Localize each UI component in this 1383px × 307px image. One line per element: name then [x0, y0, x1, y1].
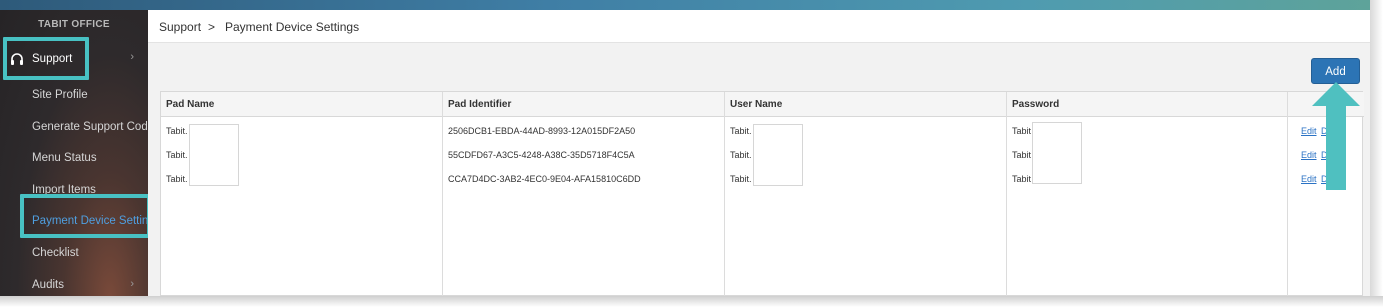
brand-title: TABIT OFFICE	[38, 19, 110, 30]
highlight-box-support	[3, 37, 89, 80]
sidebar-item-site-profile[interactable]: Site Profile	[0, 80, 148, 110]
window-shadow	[1370, 0, 1383, 307]
breadcrumb-root[interactable]: Support	[159, 20, 201, 34]
highlight-box-payment-device-settings	[20, 194, 148, 238]
column-divider	[442, 92, 443, 297]
cell-pad-identifier: 55CDFD67-A3C5-4248-A38C-35D5718F4C5A	[448, 150, 635, 160]
cell-pad-name: Tabit.	[166, 150, 188, 160]
column-header-pad-identifier: Pad Identifier	[443, 92, 725, 117]
redaction-box	[753, 124, 803, 186]
redaction-box	[189, 124, 239, 186]
window-shadow	[0, 296, 1383, 307]
cell-password: Tabit	[1012, 174, 1032, 184]
column-header-user-name: User Name	[725, 92, 1007, 117]
sidebar-item-label: Site Profile	[32, 89, 88, 101]
sidebar-item-label: Generate Support Code	[32, 121, 148, 133]
column-header-pad-name: Pad Name	[161, 92, 443, 117]
cell-user-name: Tabit.	[730, 174, 752, 184]
column-header-password: Password	[1007, 92, 1288, 117]
breadcrumb-separator: >	[208, 20, 216, 34]
redaction-box	[1032, 122, 1082, 184]
cell-password: Tabit	[1012, 150, 1032, 160]
sidebar-item-menu-status[interactable]: Menu Status	[0, 143, 148, 173]
breadcrumb: Support > Payment Device Settings	[148, 10, 1370, 43]
main-content: Add Pad Name Pad Identifier User Name Pa…	[148, 43, 1370, 297]
column-divider	[1287, 92, 1288, 297]
add-button[interactable]: Add	[1311, 58, 1360, 84]
sidebar-item-generate-support-code[interactable]: Generate Support Code	[0, 112, 148, 142]
cell-pad-identifier: CCA7D4DC-3AB2-4EC0-9E04-AFA15810C6DD	[448, 174, 641, 184]
sidebar-item-label: Menu Status	[32, 152, 97, 164]
cell-pad-name: Tabit.	[166, 174, 188, 184]
chevron-right-icon: ›	[130, 278, 134, 290]
cell-user-name: Tabit.	[730, 126, 752, 136]
cell-pad-identifier: 2506DCB1-EBDA-44AD-8993-12A015DF2A50	[448, 126, 636, 136]
cell-password: Tabit	[1012, 126, 1032, 136]
cell-pad-name: Tabit.	[166, 126, 188, 136]
payment-devices-table: Pad Name Pad Identifier User Name Passwo…	[160, 91, 1364, 297]
chevron-right-icon: ›	[130, 51, 134, 63]
sidebar-item-label: Audits	[32, 279, 64, 291]
cell-user-name: Tabit.	[730, 150, 752, 160]
app-window: TABIT OFFICE Support › Site Profile Gene…	[0, 0, 1383, 307]
breadcrumb-current: Payment Device Settings	[225, 20, 360, 34]
up-arrow-annotation	[1312, 82, 1360, 190]
column-divider	[724, 92, 725, 297]
sidebar-item-audits[interactable]: Audits ›	[0, 270, 148, 296]
column-divider	[1006, 92, 1007, 297]
sidebar-item-label: Checklist	[32, 247, 79, 259]
sidebar: TABIT OFFICE Support › Site Profile Gene…	[0, 10, 148, 296]
top-accent-bar	[0, 0, 1370, 10]
sidebar-item-checklist[interactable]: Checklist	[0, 238, 148, 268]
